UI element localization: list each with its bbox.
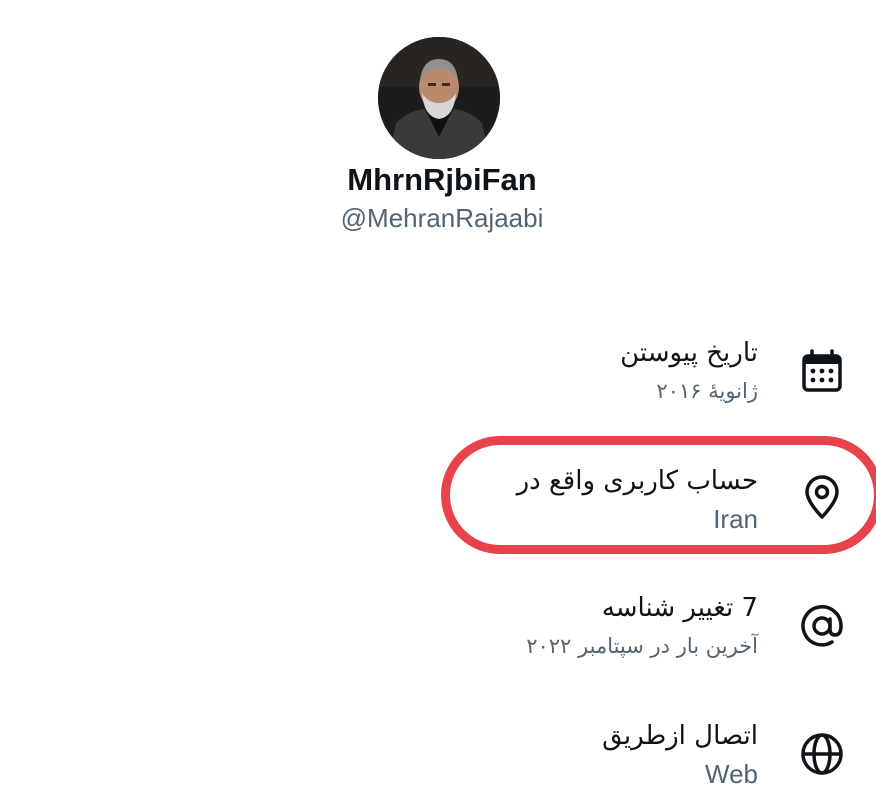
about-row-location: حساب کاربری واقع در Iran — [517, 461, 758, 537]
location-pin-icon — [795, 470, 849, 524]
profile-display-name: MhrnRjbiFan — [347, 162, 537, 197]
join-date-title: تاریخ پیوستن — [620, 338, 758, 368]
join-date-value: ژانویهٔ ۲۰۱۶ — [656, 379, 758, 403]
connected-via-title: اتصال ازطریق — [602, 721, 758, 751]
location-value: Iran — [713, 504, 758, 534]
about-row-username-changes: 7 تغییر شناسه آخرین بار در سپتامبر ۲۰۲۲ — [526, 588, 758, 664]
at-sign-icon — [795, 599, 849, 653]
profile-handle: @MehranRajaabi — [340, 203, 544, 233]
connected-via-value: Web — [705, 759, 758, 789]
about-row-connected-via: اتصال ازطریق Web — [602, 716, 758, 792]
calendar-icon — [795, 345, 849, 399]
location-title: حساب کاربری واقع در — [516, 466, 758, 496]
avatar[interactable] — [378, 37, 500, 159]
about-row-join-date: تاریخ پیوستن ژانویهٔ ۲۰۱۶ — [620, 333, 758, 409]
username-changes-value: آخرین بار در سپتامبر ۲۰۲۲ — [526, 634, 758, 658]
globe-icon — [795, 727, 849, 781]
username-changes-title: 7 تغییر شناسه — [601, 593, 758, 623]
